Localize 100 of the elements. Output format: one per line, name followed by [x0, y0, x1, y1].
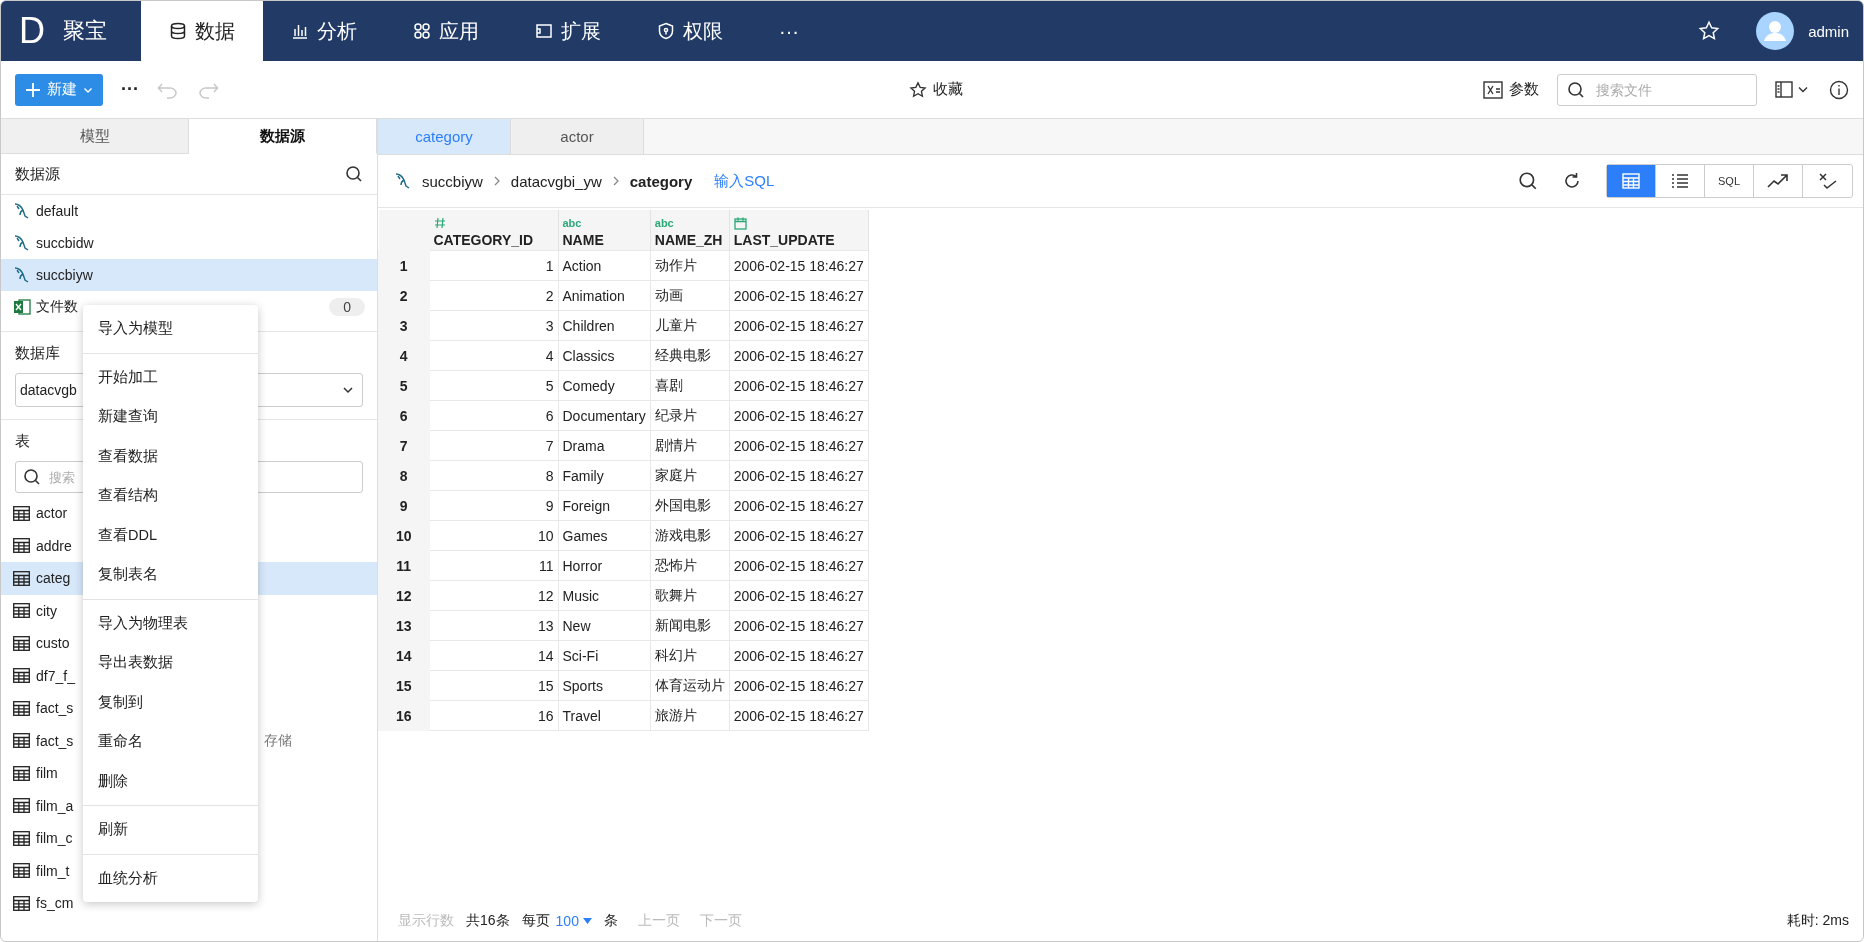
table-cell: 4: [429, 340, 558, 371]
table-cell: 经典电影: [650, 340, 730, 371]
table-cell: 11: [429, 550, 558, 581]
section-title: 数据源: [15, 164, 60, 184]
table-cell: 10: [429, 520, 558, 551]
table-name: categ: [36, 570, 71, 587]
table-cell: 5: [429, 370, 558, 401]
row-number: 4: [378, 340, 429, 371]
table-cell: Drama: [558, 430, 651, 461]
table-cell: 游戏电影: [650, 520, 730, 551]
table-name: actor: [36, 505, 68, 522]
table-cell: 2006-02-15 18:46:27: [729, 430, 869, 461]
total-count: 共16条: [466, 912, 510, 930]
table-name: addre: [36, 537, 72, 554]
table-cell: 旅游片: [650, 700, 730, 731]
per-page-label: 每页: [521, 912, 550, 930]
table-cell: Family: [558, 460, 651, 491]
table-cell: 14: [429, 640, 558, 671]
table-cell: 6: [429, 400, 558, 431]
row-number: 10: [378, 520, 429, 551]
table-cell: Animation: [558, 280, 651, 311]
table-cell: 2006-02-15 18:46:27: [729, 550, 869, 581]
table-cell: Comedy: [558, 370, 651, 401]
table-cell: 剧情片: [650, 430, 730, 461]
table-cell: Travel: [558, 700, 651, 731]
logo: D: [19, 10, 45, 52]
table-name: custo: [36, 635, 70, 652]
table-cell: 2006-02-15 18:46:27: [729, 640, 869, 671]
table-cell: New: [558, 610, 651, 641]
table-cell: 2006-02-15 18:46:27: [729, 280, 869, 311]
table-cell: 2: [429, 280, 558, 311]
table-name: film: [36, 765, 58, 782]
table-cell: 2006-02-15 18:46:27: [729, 490, 869, 521]
table-cell: 动画: [650, 280, 730, 311]
unit-label: 条: [603, 912, 618, 930]
table-cell: 9: [429, 490, 558, 521]
table-name: city: [36, 602, 57, 619]
tables-label: 表: [15, 432, 31, 451]
row-number: 11: [378, 550, 429, 581]
table-cell: 体育运动片: [650, 670, 730, 701]
table-name: df7_f_: [36, 667, 75, 684]
database-label: 数据库: [15, 344, 61, 363]
table-cell: Sci-Fi: [558, 640, 651, 671]
table-name: fs_cm: [36, 895, 74, 912]
row-number: 13: [378, 610, 429, 641]
table-cell: Foreign: [558, 490, 651, 521]
table-cell: 2006-02-15 18:46:27: [729, 520, 869, 551]
count-badge: 0: [329, 298, 365, 316]
table-cell: 12: [429, 580, 558, 611]
source-name: default: [36, 203, 79, 219]
row-number: 6: [378, 400, 429, 431]
table-name: film_a: [36, 797, 74, 814]
table-cell: 1: [429, 250, 558, 281]
table-cell: 喜剧: [650, 370, 730, 401]
source-name: succbiyw: [36, 267, 93, 283]
table-cell: 恐怖片: [650, 550, 730, 581]
table-cell: 动作片: [650, 250, 730, 281]
table-name: fact_s: [36, 700, 74, 717]
row-number: 15: [378, 670, 429, 701]
row-number: 3: [378, 310, 429, 341]
row-number: 14: [378, 640, 429, 671]
table-cell: Documentary: [558, 400, 651, 431]
text-type-label: abc: [562, 217, 582, 229]
table-cell: Sports: [558, 670, 651, 701]
source-name: succbidw: [36, 235, 94, 251]
row-number: 8: [378, 460, 429, 491]
elapsed-time: 耗时: 2ms: [1786, 912, 1849, 930]
table-cell: 2006-02-15 18:46:27: [729, 400, 869, 431]
table-cell: 纪录片: [650, 400, 730, 431]
table-cell: 8: [429, 460, 558, 491]
table-cell: 7: [429, 430, 558, 461]
text-type-label: abc: [654, 217, 674, 229]
source-name: 文件数: [36, 298, 78, 316]
table-cell: 16: [429, 700, 558, 731]
table-cell: 儿童片: [650, 310, 730, 341]
table-cell: Action: [558, 250, 651, 281]
table-cell: 外国电影: [650, 490, 730, 521]
table-cell: 2006-02-15 18:46:27: [729, 340, 869, 371]
table-cell: 2006-02-15 18:46:27: [729, 580, 869, 611]
table-cell: 新闻电影: [650, 610, 730, 641]
table-cell: Games: [558, 520, 651, 551]
row-number: 16: [378, 700, 429, 731]
table-cell: 歌舞片: [650, 580, 730, 611]
table-cell: 2006-02-15 18:46:27: [729, 310, 869, 341]
row-number: 7: [378, 430, 429, 461]
table-name: film_t: [36, 862, 70, 879]
table-note: 存储: [264, 731, 293, 750]
brand-name: 聚宝: [63, 17, 107, 45]
table-cell: Children: [558, 310, 651, 341]
table-cell: 2006-02-15 18:46:27: [729, 670, 869, 701]
table-cell: Music: [558, 580, 651, 611]
table-cell: 13: [429, 610, 558, 641]
row-number: 9: [378, 490, 429, 521]
table-cell: Horror: [558, 550, 651, 581]
table-cell: 2006-02-15 18:46:27: [729, 250, 869, 281]
table-cell: 2006-02-15 18:46:27: [729, 460, 869, 491]
table-cell: 科幻片: [650, 640, 730, 671]
row-number: 2: [378, 280, 429, 311]
table-cell: 家庭片: [650, 460, 730, 491]
table-cell: 15: [429, 670, 558, 701]
